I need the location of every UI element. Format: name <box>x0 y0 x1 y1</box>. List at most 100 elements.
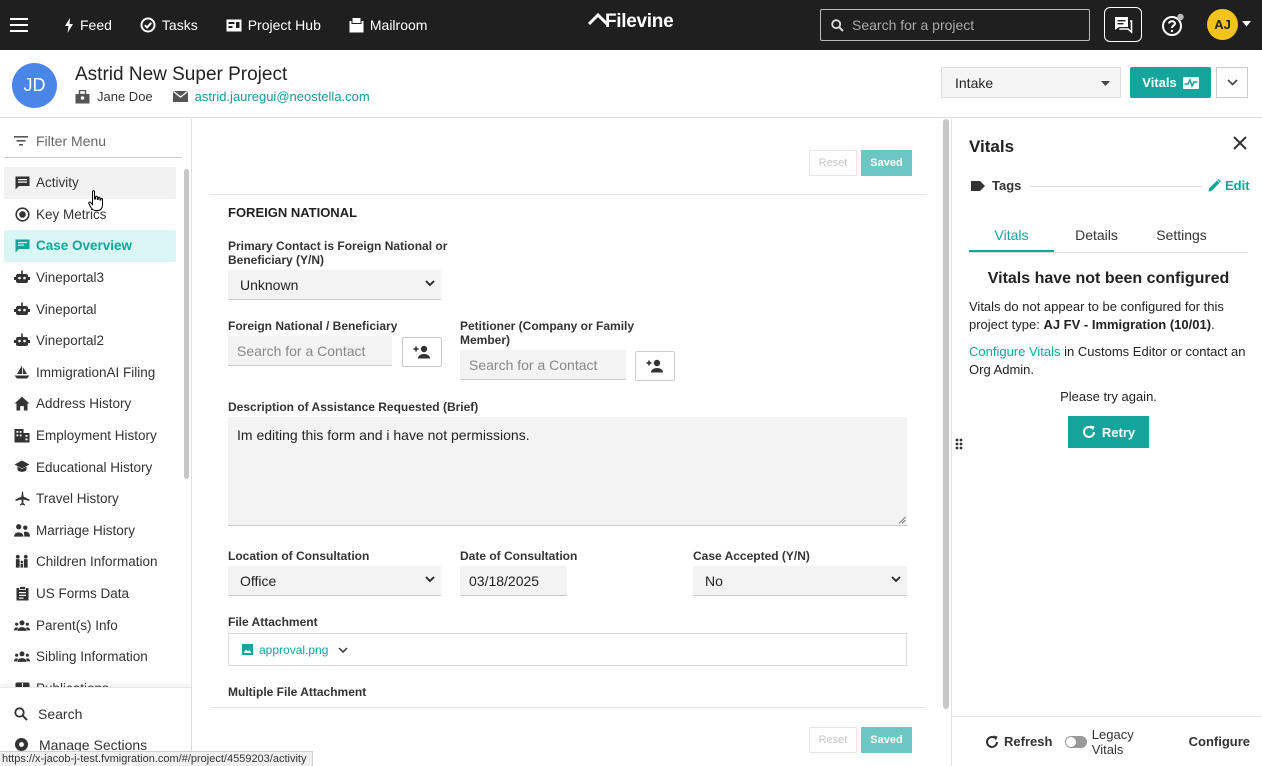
main-content: Reset Saved FOREIGN NATIONAL Primary Con… <box>192 119 942 766</box>
toggle-switch[interactable] <box>1065 735 1087 748</box>
clipboard-icon <box>14 586 30 602</box>
nav-project-hub-label: Project Hub <box>247 17 321 33</box>
legacy-vitals-toggle[interactable]: Legacy Vitals <box>1065 727 1166 757</box>
sidebar-scrollbar[interactable] <box>184 169 189 479</box>
sidebar-item-label: Travel History <box>36 491 119 507</box>
reset-button[interactable]: Reset <box>809 150 857 176</box>
robot-icon <box>14 333 30 349</box>
bolt-icon <box>64 17 74 33</box>
petitioner-input[interactable]: Search for a Contact <box>460 350 626 380</box>
sidebar-item-sibling-information[interactable]: Sibling Information <box>4 641 176 673</box>
saved-button[interactable]: Saved <box>861 150 912 176</box>
sidebar-item-parents-info[interactable]: Parent(s) Info <box>4 609 176 641</box>
drag-handle-icon[interactable] <box>955 438 963 450</box>
client-name[interactable]: Jane Doe <box>97 89 153 104</box>
tags-row: Tags <box>971 178 1021 193</box>
client-email[interactable]: astrid.jauregui@neostella.com <box>195 89 370 104</box>
chat-button[interactable] <box>1104 7 1142 42</box>
vitals-button-label: Vitals <box>1142 75 1177 90</box>
chevron-down-icon[interactable] <box>1242 21 1251 27</box>
sidebar-item-vineportal[interactable]: Vineportal <box>4 293 176 325</box>
sidebar-menu: Activity Key Metrics Case Overview Vinep… <box>4 167 176 704</box>
sidebar-item-immigrationai-filing[interactable]: ImmigrationAI Filing <box>4 357 176 389</box>
tab-details[interactable]: Details <box>1054 227 1139 252</box>
sidebar-item-employment-history[interactable]: Employment History <box>4 420 176 452</box>
tab-vitals[interactable]: Vitals <box>969 227 1054 252</box>
sidebar-item-vineportal3[interactable]: Vineportal3 <box>4 262 176 294</box>
location-label: Location of Consultation <box>228 549 370 563</box>
sidebar-item-label: US Forms Data <box>36 586 130 602</box>
retry-label: Retry <box>1101 424 1136 440</box>
sidebar-item-address-history[interactable]: Address History <box>4 388 176 420</box>
graduation-cap-icon <box>14 459 30 475</box>
edit-tags-button[interactable]: Edit <box>1208 178 1250 193</box>
help-icon[interactable] <box>1161 13 1185 37</box>
project-header: JD Astrid New Super Project Jane Doe ast… <box>0 50 1262 118</box>
nav-project-hub[interactable]: Project Hub <box>226 17 321 33</box>
attachment-file-link[interactable]: approval.png <box>259 643 328 657</box>
sidebar-item-educational-history[interactable]: Educational History <box>4 451 176 483</box>
sidebar-search-button[interactable]: Search <box>0 698 191 729</box>
ship-icon <box>14 364 30 380</box>
resize-handle-icon[interactable] <box>898 516 906 524</box>
user-avatar[interactable]: AJ <box>1207 9 1238 40</box>
nav-mailroom[interactable]: Mailroom <box>349 17 428 33</box>
nav-mailroom-label: Mailroom <box>369 17 428 33</box>
reset-button-bottom[interactable]: Reset <box>809 727 857 753</box>
add-user-icon <box>646 359 664 373</box>
close-icon[interactable] <box>1233 136 1247 150</box>
vitals-dropdown-button[interactable] <box>1216 67 1248 98</box>
sidebar-item-children-information[interactable]: Children Information <box>4 546 176 578</box>
sidebar-item-case-overview[interactable]: Case Overview <box>4 230 176 262</box>
retry-button[interactable]: Retry <box>1068 416 1149 448</box>
project-avatar: JD <box>12 63 57 108</box>
group-icon <box>14 617 30 633</box>
vitals-not-configured-heading: Vitals have not been configured <box>987 270 1230 287</box>
file-attachment-field[interactable]: approval.png <box>228 633 907 666</box>
phase-select[interactable]: Intake <box>941 67 1121 98</box>
sidebar-item-label: Activity <box>36 175 79 191</box>
description-textarea[interactable]: Im editing this form and i have not perm… <box>228 417 907 526</box>
sidebar: Filter Menu Activity Key Metrics Case Ov… <box>0 119 192 766</box>
location-select[interactable]: Office <box>228 566 441 596</box>
tab-settings[interactable]: Settings <box>1139 227 1224 252</box>
mailroom-icon <box>349 17 364 33</box>
configure-vitals-link[interactable]: Configure Vitals <box>969 344 1061 359</box>
try-again-text: Please try again. <box>1060 389 1157 404</box>
date-input[interactable]: 03/18/2025 <box>460 566 567 596</box>
refresh-button[interactable]: Refresh <box>985 734 1052 749</box>
home-icon <box>14 396 30 412</box>
nav-tasks[interactable]: Tasks <box>140 17 198 33</box>
add-contact-button[interactable] <box>402 337 442 367</box>
primary-contact-select[interactable]: Unknown <box>228 270 441 300</box>
main-scrollbar[interactable] <box>943 119 949 709</box>
add-petitioner-button[interactable] <box>635 351 675 381</box>
sidebar-item-travel-history[interactable]: Travel History <box>4 483 176 515</box>
vitals-button[interactable]: Vitals <box>1130 67 1211 98</box>
filter-menu[interactable]: Filter Menu <box>14 133 106 149</box>
foreign-national-input[interactable]: Search for a Contact <box>228 336 392 366</box>
sidebar-search-label: Search <box>38 705 83 722</box>
file-attachment-label: File Attachment <box>228 615 318 629</box>
saved-button-bottom[interactable]: Saved <box>861 727 912 753</box>
sidebar-item-us-forms-data[interactable]: US Forms Data <box>4 578 176 610</box>
configure-label: Configure <box>1188 734 1250 749</box>
sidebar-item-marriage-history[interactable]: Marriage History <box>4 515 176 547</box>
sidebar-item-vineportal2[interactable]: Vineportal2 <box>4 325 176 357</box>
project-search[interactable] <box>820 9 1090 41</box>
nav-feed[interactable]: Feed <box>64 17 112 33</box>
project-search-input[interactable] <box>852 17 1072 33</box>
multiple-attachment-label: Multiple File Attachment <box>228 685 367 699</box>
date-value: 03/18/2025 <box>469 572 540 589</box>
chevron-down-icon <box>425 280 435 287</box>
configure-button[interactable]: Configure <box>1189 734 1250 749</box>
filevine-logo[interactable]: Filevine <box>588 11 674 33</box>
people-icon <box>14 522 30 538</box>
hamburger-menu-icon[interactable] <box>10 16 28 34</box>
search-icon <box>14 706 28 721</box>
building-icon <box>14 428 30 444</box>
case-accepted-select[interactable]: No <box>693 566 907 596</box>
project-title: Astrid New Super Project <box>75 64 288 85</box>
chevron-down-icon[interactable] <box>338 646 348 653</box>
sidebar-item-label: ImmigrationAI Filing <box>36 364 156 380</box>
